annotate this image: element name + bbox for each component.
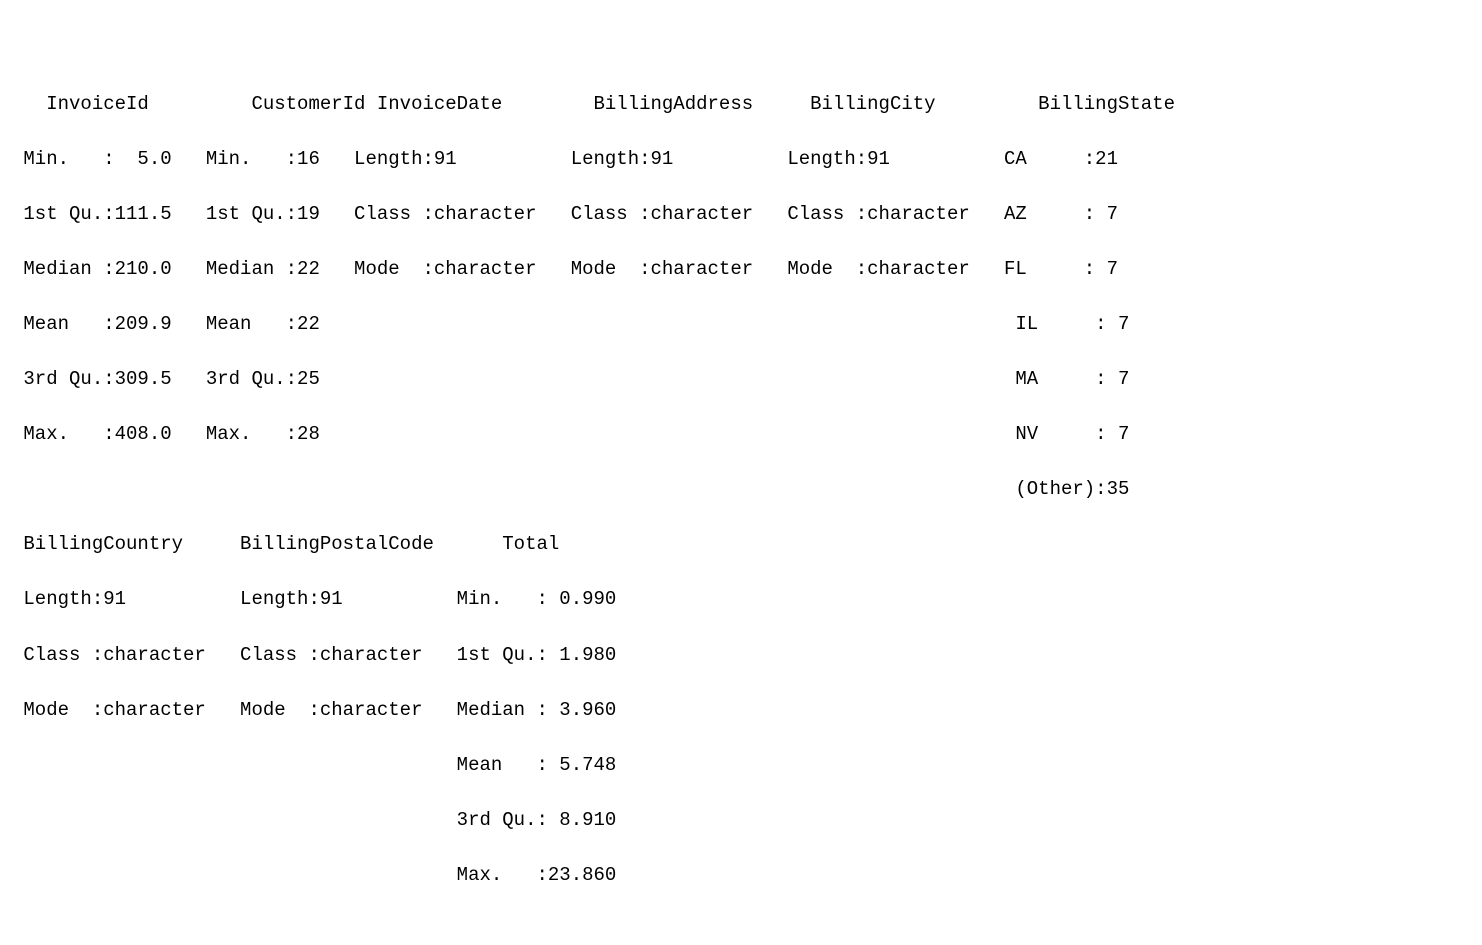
summary-row2-headers: BillingCountry BillingPostalCode Total xyxy=(12,533,639,555)
summary-row2-line2: Mode :character Mode :character Median :… xyxy=(12,699,639,721)
summary-row1-line4: 3rd Qu.:309.5 3rd Qu.:25 MA : 7 xyxy=(12,368,1152,390)
summary-row1-line3: Mean :209.9 Mean :22 IL : 7 xyxy=(12,313,1152,335)
summary-row1-line0: Min. : 5.0 Min. :16 Length:91 Length:91 … xyxy=(12,148,1141,170)
summary-row2-line5: Max. :23.860 xyxy=(12,864,639,886)
summary-row2-line1: Class :character Class :character 1st Qu… xyxy=(12,644,639,666)
summary-row2-line0: Length:91 Length:91 Min. : 0.990 xyxy=(12,588,639,610)
summary-row2-line4: 3rd Qu.: 8.910 xyxy=(12,809,639,831)
summary-row1-line5: Max. :408.0 Max. :28 NV : 7 xyxy=(12,423,1152,445)
summary-row1-line2: Median :210.0 Median :22 Mode :character… xyxy=(12,258,1141,280)
summary-row1-line1: 1st Qu.:111.5 1st Qu.:19 Class :characte… xyxy=(12,203,1141,225)
summary-row2-line3: Mean : 5.748 xyxy=(12,754,639,776)
summary-row1-headers: InvoiceId CustomerId InvoiceDate Billing… xyxy=(12,93,1175,115)
summary-row1-line6: (Other):35 xyxy=(12,478,1152,500)
